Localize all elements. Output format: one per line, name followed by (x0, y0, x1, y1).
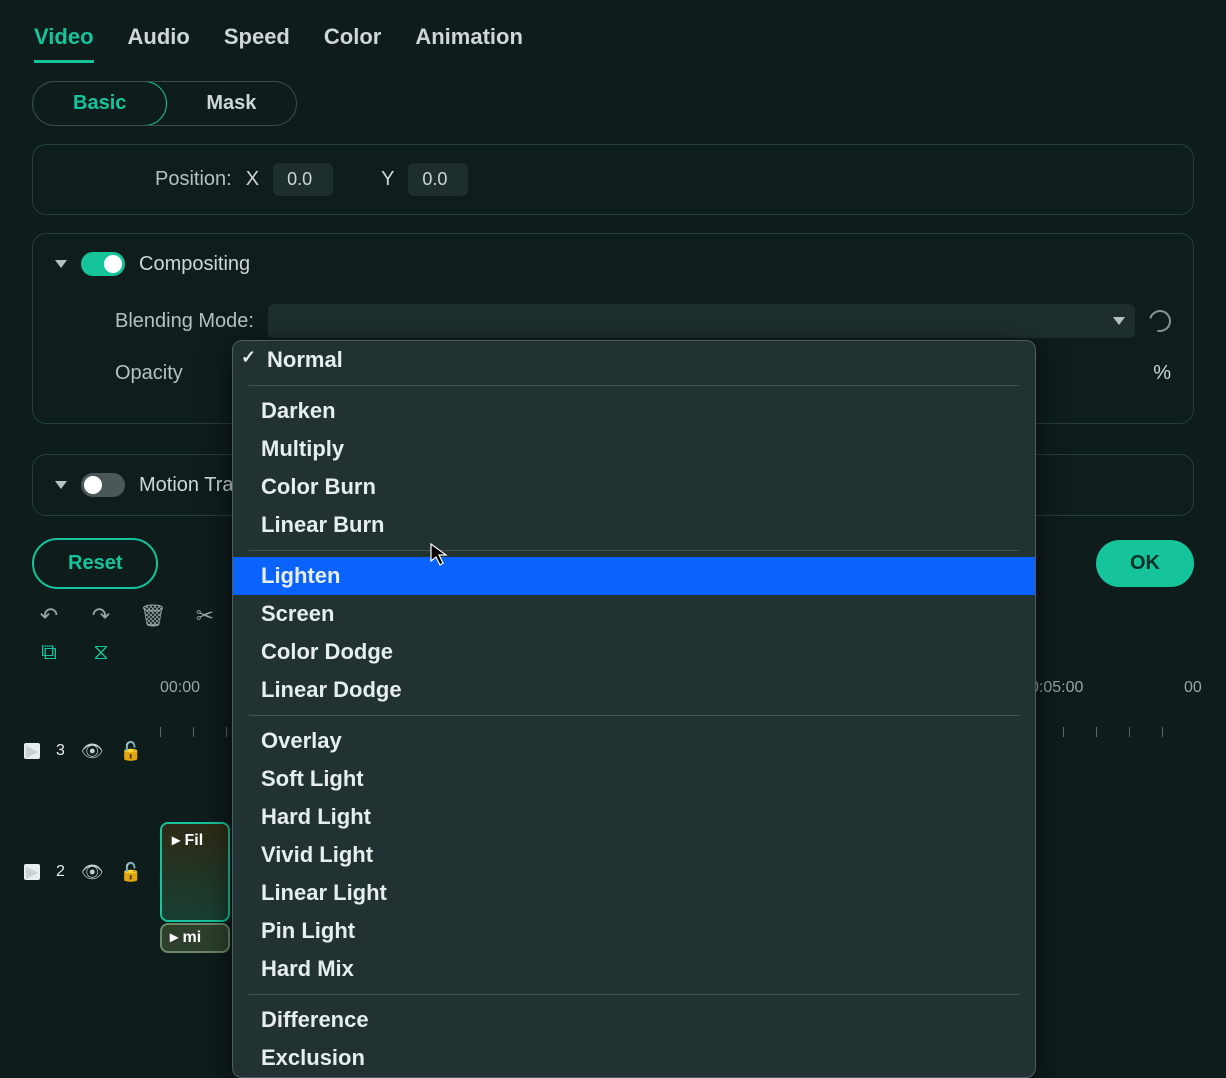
track-number: 3 (56, 742, 65, 760)
blending-mode-select[interactable] (268, 304, 1135, 338)
lock-icon[interactable]: 🔓 (120, 741, 142, 762)
reset-button[interactable]: Reset (32, 538, 158, 589)
dropdown-separator (249, 385, 1019, 386)
cursor-icon (430, 543, 448, 573)
blend-option-color-dodge[interactable]: Color Dodge (233, 633, 1035, 671)
ok-button[interactable]: OK (1096, 540, 1194, 587)
dropdown-separator (249, 550, 1019, 551)
tab-animation[interactable]: Animation (415, 24, 523, 63)
clip-label: Fil (184, 832, 203, 849)
tab-audio[interactable]: Audio (128, 24, 190, 63)
timeline-clip[interactable]: ▸ mi (160, 923, 230, 953)
chevron-down-icon[interactable] (55, 260, 67, 268)
position-y-input[interactable]: 0.0 (408, 163, 468, 196)
clip-play-icon: ▸ (172, 832, 180, 849)
trash-icon[interactable]: 🗑 (140, 603, 166, 629)
clip-label: mi (182, 929, 201, 946)
blend-option-color-burn[interactable]: Color Burn (233, 468, 1035, 506)
track-number: 2 (56, 863, 65, 881)
blending-mode-label: Blending Mode: (115, 310, 254, 333)
video-track-icon: ▶ (24, 743, 40, 759)
opacity-label: Opacity (115, 362, 183, 385)
blend-option-multiply[interactable]: Multiply (233, 430, 1035, 468)
timeline-clip[interactable]: ▸ Fil (160, 822, 230, 922)
top-tabs: Video Audio Speed Color Animation (0, 0, 1226, 63)
blend-option-darken[interactable]: Darken (233, 392, 1035, 430)
chevron-down-icon[interactable] (55, 481, 67, 489)
ruler-tick-1: 0:05:00 (1030, 679, 1083, 697)
subtabs: Basic Mask (32, 81, 297, 126)
copy-icon[interactable]: ⧉ (36, 639, 62, 665)
undo-icon[interactable]: ↶ (36, 603, 62, 629)
tab-video[interactable]: Video (34, 24, 94, 63)
visibility-icon[interactable]: 👁 (81, 741, 104, 762)
position-x-input[interactable]: 0.0 (273, 163, 333, 196)
position-y-label: Y (381, 168, 394, 191)
position-label: Position: (155, 168, 232, 191)
blend-option-overlay[interactable]: Overlay (233, 722, 1035, 760)
ruler-tick-0: 00:00 (160, 679, 200, 697)
blend-option-linear-dodge[interactable]: Linear Dodge (233, 671, 1035, 709)
blend-option-hard-mix[interactable]: Hard Mix (233, 950, 1035, 988)
blend-option-screen[interactable]: Screen (233, 595, 1035, 633)
visibility-icon[interactable]: 👁 (81, 862, 104, 883)
motion-track-toggle[interactable] (81, 473, 125, 497)
tab-speed[interactable]: Speed (224, 24, 290, 63)
position-x-label: X (246, 168, 259, 191)
blend-option-vivid-light[interactable]: Vivid Light (233, 836, 1035, 874)
dropdown-separator (249, 715, 1019, 716)
reset-icon[interactable] (1145, 306, 1175, 336)
blend-option-linear-light[interactable]: Linear Light (233, 874, 1035, 912)
blend-option-lighten[interactable]: Lighten (233, 557, 1035, 595)
lock-icon[interactable]: 🔓 (120, 862, 142, 883)
blending-mode-dropdown: Normal DarkenMultiplyColor BurnLinear Bur… (232, 340, 1036, 1078)
scissors-icon[interactable]: ✂ (192, 603, 218, 629)
chevron-down-icon (1113, 317, 1125, 325)
position-panel: Position: X 0.0 Y 0.0 (32, 144, 1194, 215)
dropdown-separator (249, 994, 1019, 995)
subtab-basic[interactable]: Basic (32, 81, 167, 126)
clip-play-icon: ▸ (170, 929, 178, 946)
blend-option-normal[interactable]: Normal (233, 341, 1035, 379)
redo-icon[interactable]: ↷ (88, 603, 114, 629)
compositing-toggle[interactable] (81, 252, 125, 276)
tab-color[interactable]: Color (324, 24, 381, 63)
video-track-icon: ▶ (24, 864, 40, 880)
blend-option-exclusion[interactable]: Exclusion (233, 1039, 1035, 1077)
blend-option-hard-light[interactable]: Hard Light (233, 798, 1035, 836)
ruler-tick-2: 00 (1184, 679, 1202, 697)
blend-option-linear-burn[interactable]: Linear Burn (233, 506, 1035, 544)
opacity-unit: % (1153, 362, 1171, 385)
subtab-mask[interactable]: Mask (166, 82, 296, 125)
link-icon[interactable]: ⧖ (88, 639, 114, 665)
compositing-title: Compositing (139, 253, 250, 276)
blend-option-difference[interactable]: Difference (233, 1001, 1035, 1039)
blend-option-soft-light[interactable]: Soft Light (233, 760, 1035, 798)
blend-option-pin-light[interactable]: Pin Light (233, 912, 1035, 950)
